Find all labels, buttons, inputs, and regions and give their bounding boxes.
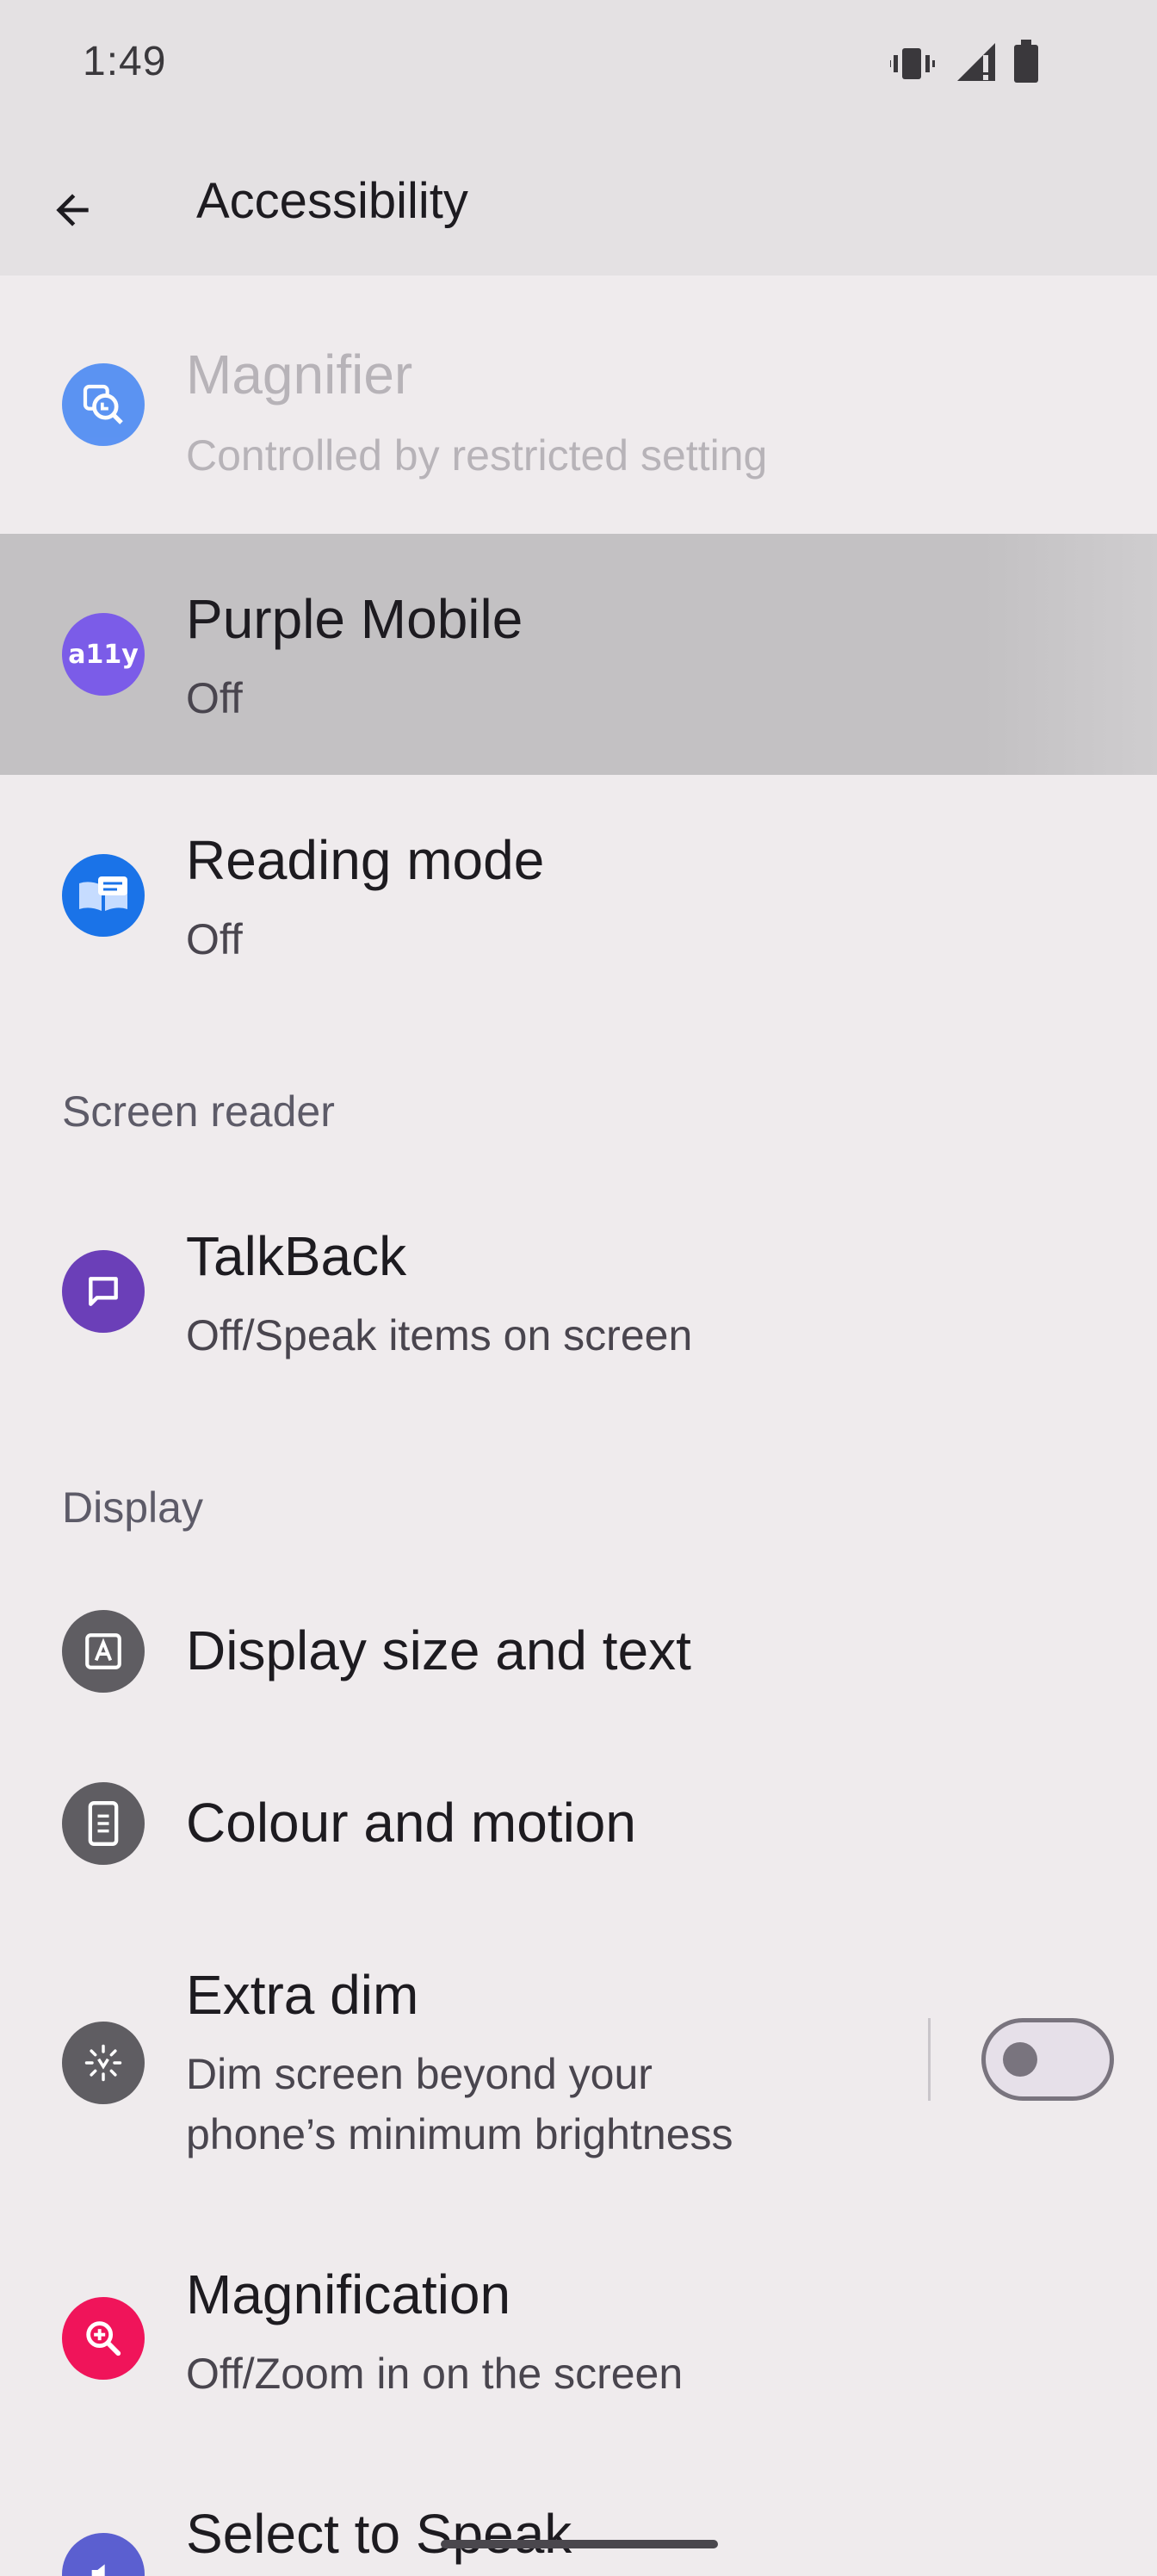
select-to-speak-icon — [62, 2533, 145, 2576]
toggle-divider — [928, 2018, 931, 2101]
extra-dim-icon — [62, 2022, 145, 2104]
app-bar: Accessibility — [0, 138, 1157, 276]
toggle-knob — [1003, 2042, 1037, 2077]
section-header-screen-reader: Screen reader — [62, 1087, 335, 1136]
setting-title: Extra dim — [186, 1964, 419, 2026]
arrow-back-icon — [56, 194, 89, 226]
setting-item-display-size[interactable]: Display size and text — [0, 1565, 1157, 1737]
setting-item-purple-mobile[interactable]: a11y Purple Mobile Off — [0, 534, 1157, 775]
setting-title: Purple Mobile — [186, 588, 523, 650]
setting-title: Magnifier — [186, 344, 413, 406]
text-size-icon — [62, 1610, 145, 1693]
gesture-nav-handle[interactable] — [441, 2540, 718, 2548]
a11y-icon-text: a11y — [68, 639, 139, 670]
setting-item-reading-mode[interactable]: Reading mode Off — [0, 775, 1157, 1016]
magnifier-icon — [62, 363, 145, 446]
status-bar: 1:49 — [0, 0, 1157, 138]
setting-item-magnification[interactable]: Magnification Off/Zoom in on the screen — [0, 2211, 1157, 2452]
setting-title: Select to Speak — [186, 2503, 572, 2565]
a11y-icon: a11y — [62, 613, 145, 696]
talkback-icon — [62, 1250, 145, 1333]
signal-icon — [957, 43, 995, 81]
status-icons — [888, 38, 1080, 90]
back-button[interactable] — [31, 169, 114, 251]
page-title: Accessibility — [196, 173, 468, 229]
setting-title: Magnification — [186, 2263, 511, 2325]
setting-subtitle-line2: phone’s minimum brightness — [186, 2110, 733, 2158]
setting-item-magnifier[interactable]: Magnifier Controlled by restricted setti… — [0, 276, 1157, 534]
reading-mode-icon — [62, 854, 145, 937]
setting-subtitle-line1: Dim screen beyond your — [186, 2050, 653, 2098]
setting-item-select-to-speak[interactable]: Select to Speak — [0, 2480, 1157, 2576]
setting-title: Colour and motion — [186, 1792, 636, 1854]
status-time: 1:49 — [83, 39, 167, 84]
setting-title: Reading mode — [186, 829, 545, 891]
setting-subtitle: Off — [186, 674, 243, 722]
setting-item-colour-motion[interactable]: Colour and motion — [0, 1737, 1157, 1910]
vibrate-icon — [888, 48, 935, 79]
battery-icon — [1014, 40, 1038, 83]
setting-subtitle: Off/Speak items on screen — [186, 1311, 693, 1359]
setting-subtitle: Off/Zoom in on the screen — [186, 2350, 684, 2398]
setting-item-talkback[interactable]: TalkBack Off/Speak items on screen — [0, 1171, 1157, 1412]
section-header-display: Display — [62, 1483, 203, 1532]
extra-dim-toggle[interactable] — [981, 2018, 1114, 2101]
setting-title: TalkBack — [186, 1225, 407, 1287]
phone-colour-icon — [62, 1782, 145, 1865]
setting-subtitle: Off — [186, 915, 243, 963]
setting-item-extra-dim[interactable]: Extra dim Dim screen beyond your phone’s… — [0, 1910, 1157, 2202]
setting-title: Display size and text — [186, 1619, 691, 1681]
magnification-icon — [62, 2297, 145, 2380]
setting-subtitle: Controlled by restricted setting — [186, 431, 768, 480]
